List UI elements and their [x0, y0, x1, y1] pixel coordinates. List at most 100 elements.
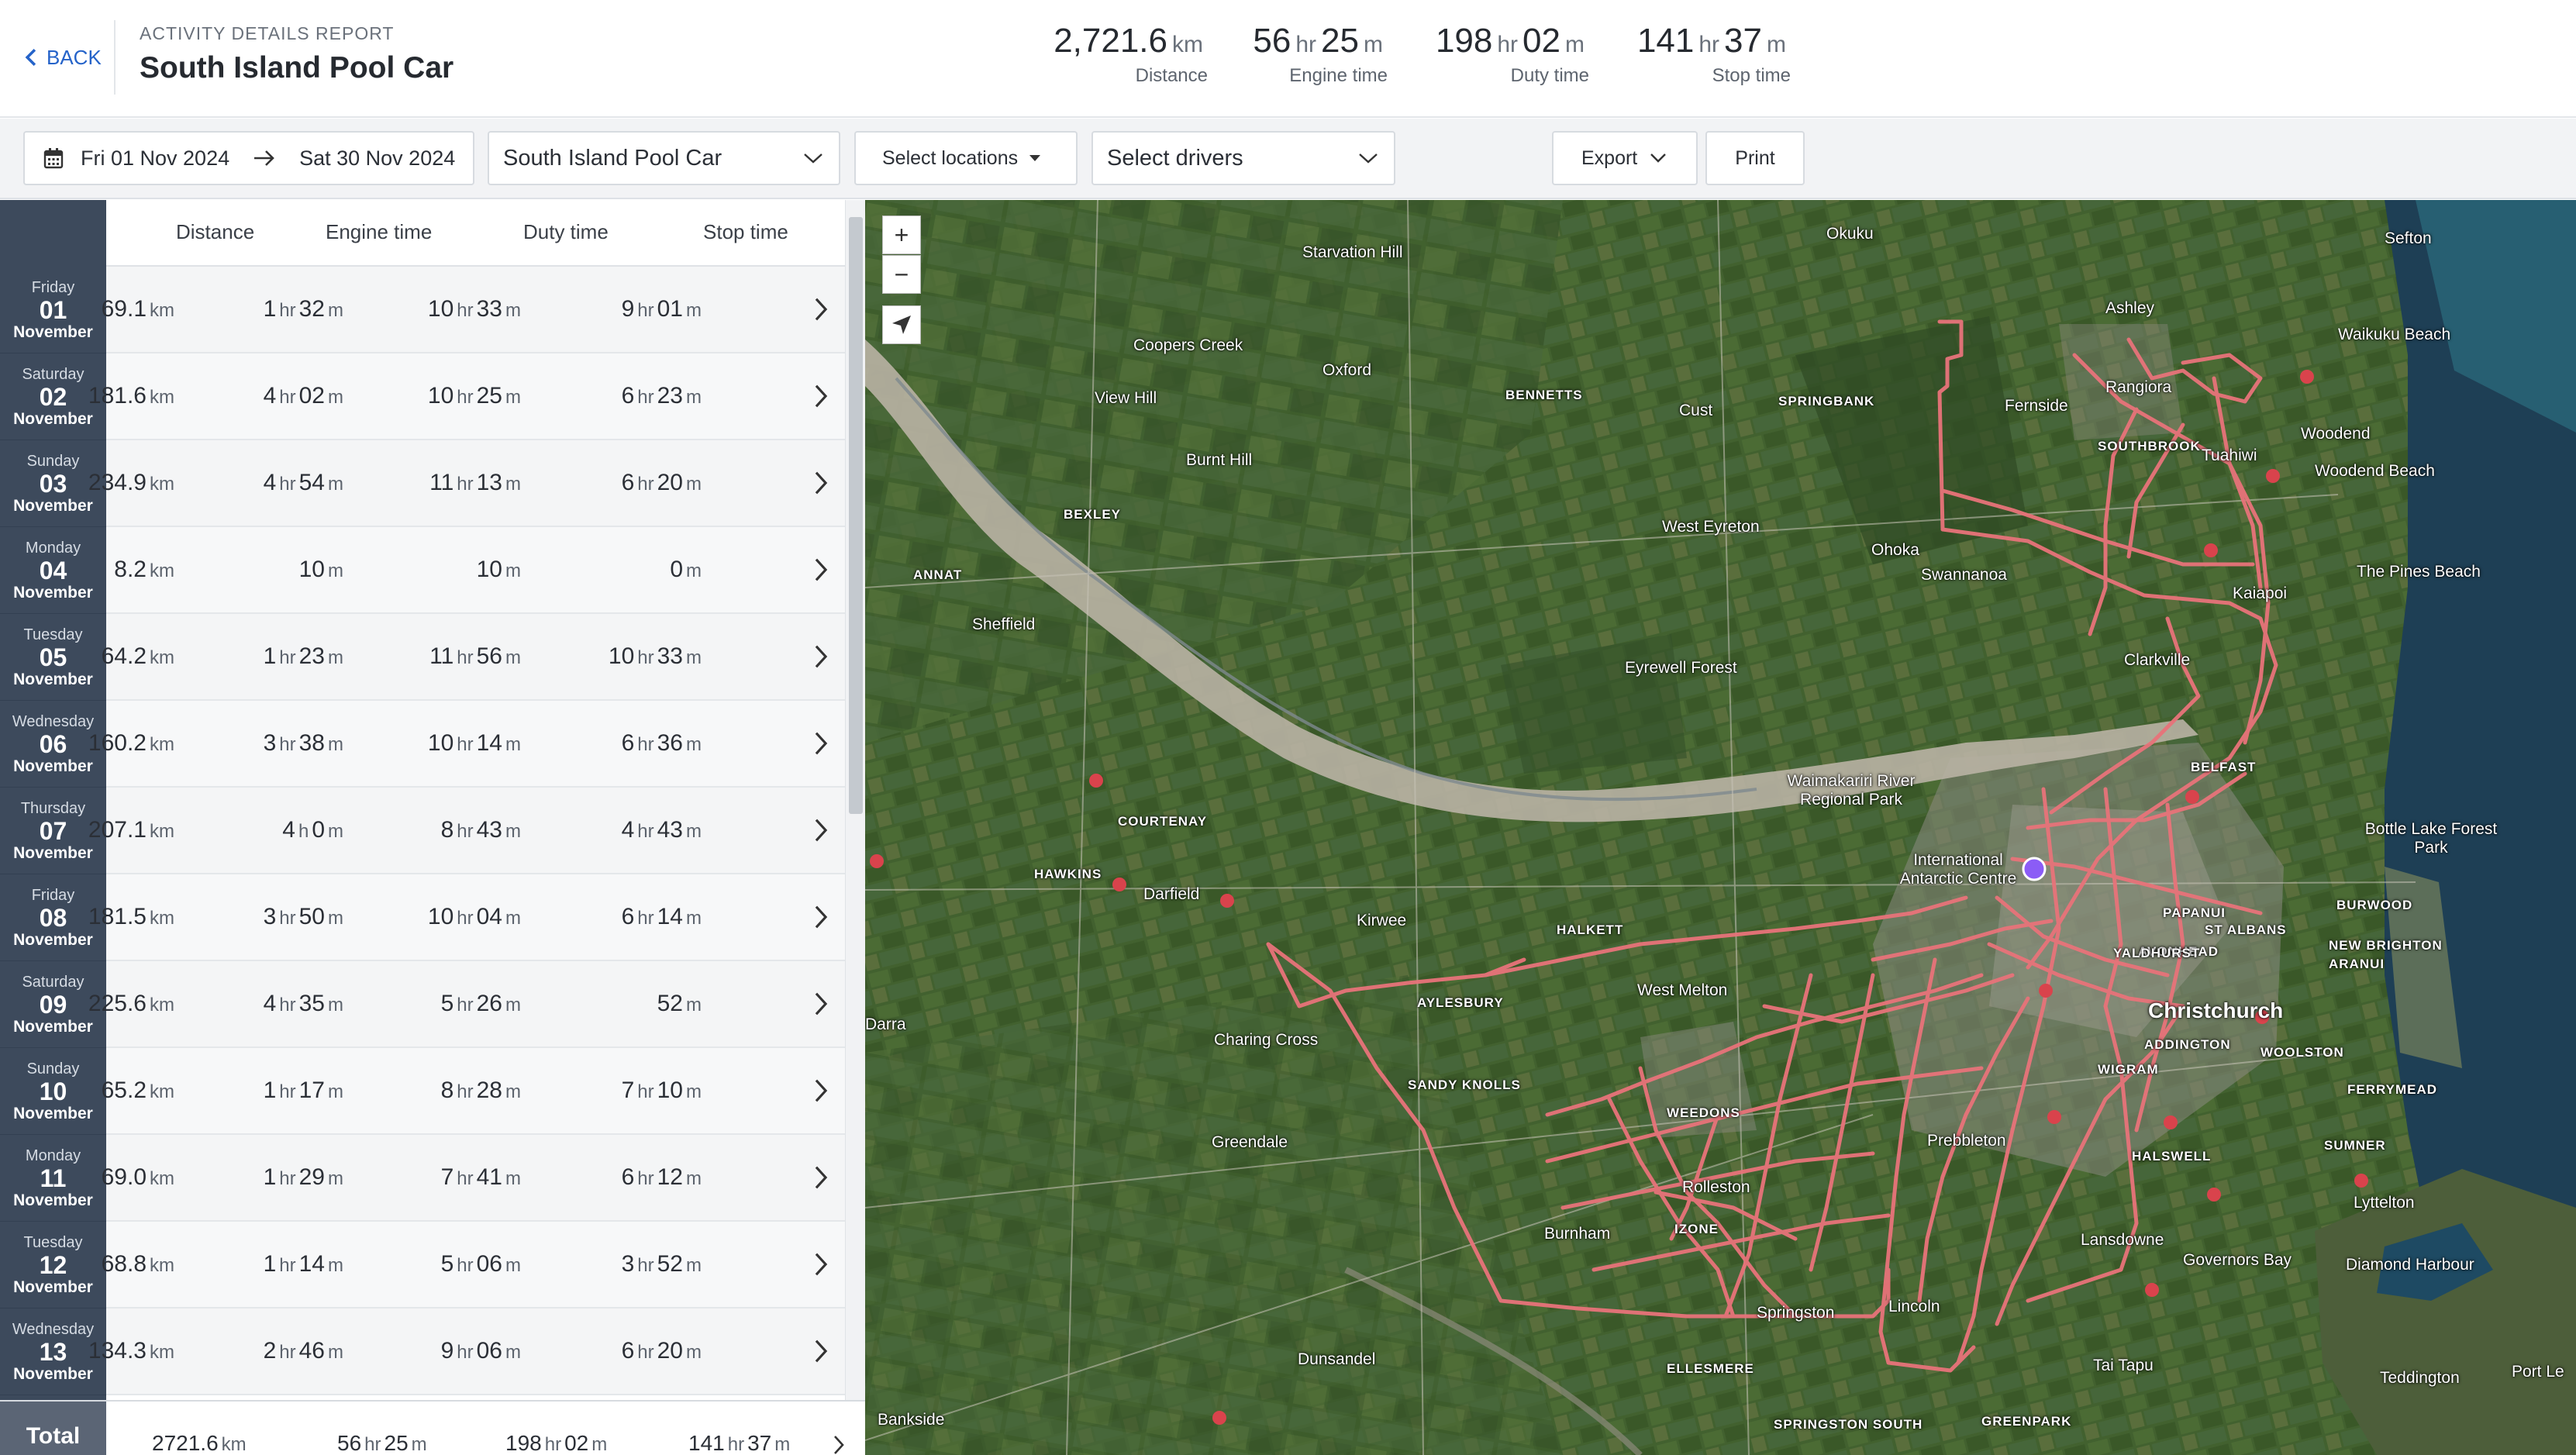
- chevron-right-icon[interactable]: [812, 296, 830, 322]
- table-row[interactable]: 69.0 km 1 hr 29 m 7 hr 41 m 6 hr 12 m: [102, 1135, 845, 1222]
- row-engine-time-value: 1: [263, 1251, 277, 1277]
- map-place-label: Okuku: [1826, 225, 1874, 243]
- row-duty-time-value: 11: [429, 643, 454, 669]
- chevron-right-icon[interactable]: [812, 557, 830, 583]
- day-month: November: [13, 1365, 93, 1383]
- scrollbar-thumb[interactable]: [849, 217, 863, 814]
- chevron-right-icon[interactable]: [812, 904, 830, 930]
- row-distance-unit: km: [150, 474, 174, 495]
- locate-button[interactable]: [882, 305, 921, 344]
- table-row[interactable]: 207.1 km 4 h 0 m 8 hr 43 m 4 hr 43 m: [88, 788, 845, 874]
- locations-label: Select locations: [882, 147, 1019, 169]
- chevron-right-icon[interactable]: [812, 1077, 830, 1104]
- day-label: Friday 01 November: [0, 267, 106, 353]
- table-row[interactable]: 8.2 km 10 m 10 m 0 m: [106, 527, 845, 614]
- map-place-label: SANDY KNOLLS: [1408, 1077, 1521, 1092]
- column-header-engine-time[interactable]: Engine time: [326, 220, 432, 244]
- vehicle-select[interactable]: South Island Pool Car: [488, 131, 840, 185]
- row-engine-time-value: 17: [298, 1077, 325, 1103]
- table-row[interactable]: 134.3 km 2 hr 46 m 9 hr 06 m 6 hr 20 m: [88, 1308, 845, 1395]
- day-number: 13: [39, 1338, 67, 1366]
- date-to[interactable]: Sat 30 Nov 2024: [299, 147, 455, 171]
- chevron-right-icon[interactable]: [812, 643, 830, 670]
- total-engine-minutes-unit: m: [411, 1434, 427, 1455]
- row-engine-time-unit: hr: [279, 1081, 296, 1102]
- table-row[interactable]: 69.1 km 1 hr 32 m 10 hr 33 m 9 hr 01 m: [102, 267, 845, 353]
- map-place-label: Kaiapoi: [2233, 584, 2288, 602]
- map-place-label: SPRINGSTON SOUTH: [1774, 1417, 1923, 1432]
- table-row[interactable]: 65.2 km 1 hr 17 m 8 hr 28 m 7 hr 10 m: [102, 1048, 845, 1135]
- row-duty-time-value: 33: [476, 296, 502, 322]
- map-place-label: Sheffield: [972, 615, 1036, 633]
- row-engine-time: 1 hr 17 m: [264, 1077, 347, 1104]
- date-from[interactable]: Fri 01 Nov 2024: [81, 147, 229, 171]
- table-row[interactable]: 181.5 km 3 hr 50 m 10 hr 04 m 6 hr 14 m: [88, 874, 845, 961]
- export-button[interactable]: Export: [1552, 131, 1698, 185]
- total-label: Total: [0, 1402, 106, 1455]
- locations-dropdown[interactable]: Select locations: [854, 131, 1078, 185]
- row-engine-time-unit: m: [328, 1255, 343, 1276]
- table-row[interactable]: 234.9 km 4 hr 54 m 11 hr 13 m 6 hr 20 m: [88, 440, 845, 527]
- route-map[interactable]: + − Okuku Sefton Starvation Hill Ashley Waik…: [865, 200, 2576, 1455]
- map-place-label: Rangiora: [2105, 378, 2172, 396]
- chevron-right-icon[interactable]: [812, 383, 830, 409]
- table-row[interactable]: 160.2 km 3 hr 38 m 10 hr 14 m 6 hr 36 m: [88, 701, 845, 788]
- total-row[interactable]: Total 2721.6 km 56 hr 25 m 198 hr 02 m 141 hr 37 m: [0, 1400, 865, 1455]
- row-engine-time-value: 54: [298, 470, 325, 495]
- map-place-label: Dunsandel: [1298, 1350, 1376, 1368]
- day-weekday: Saturday: [22, 366, 84, 383]
- row-duty-time-value: 7: [440, 1164, 454, 1190]
- back-button[interactable]: BACK: [23, 42, 102, 73]
- chevron-right-icon[interactable]: [812, 1338, 830, 1364]
- date-range-picker[interactable]: Fri 01 Nov 2024 Sat 30 Nov 2024: [23, 131, 474, 185]
- row-engine-time-unit: m: [328, 560, 343, 581]
- day-month: November: [13, 844, 93, 862]
- row-duty-time-unit: hr: [457, 1342, 474, 1363]
- chevron-right-icon[interactable]: [812, 470, 830, 496]
- day-number: 06: [39, 730, 67, 758]
- row-engine-time-value: 38: [298, 730, 325, 756]
- column-header-stop-time[interactable]: Stop time: [703, 220, 788, 244]
- chevron-right-icon[interactable]: [833, 1434, 845, 1455]
- row-stop-time-value: 20: [657, 1338, 683, 1364]
- table-row[interactable]: 64.2 km 1 hr 23 m 11 hr 56 m 10 hr 33 m: [102, 614, 845, 701]
- table-row[interactable]: 225.6 km 4 hr 35 m 5 hr 26 m 52 m: [88, 961, 845, 1048]
- map-place-label: Springston: [1757, 1304, 1835, 1322]
- total-stop-minutes: 37: [747, 1431, 772, 1455]
- stat-engine-label: Engine time: [1289, 65, 1388, 86]
- chevron-right-icon[interactable]: [812, 817, 830, 843]
- zoom-in-button[interactable]: +: [882, 215, 921, 254]
- table-row[interactable]: 68.8 km 1 hr 14 m 5 hr 06 m 3 hr 52 m: [102, 1222, 845, 1308]
- chevron-right-icon[interactable]: [812, 1251, 830, 1277]
- table-header: Distance Engine time Duty time Stop time: [106, 200, 845, 267]
- row-stop-time-value: 10: [608, 643, 635, 669]
- row-engine-time-value: 32: [298, 296, 325, 322]
- drivers-select[interactable]: Select drivers: [1091, 131, 1395, 185]
- daily-activity-panel: Distance Engine time Duty time Stop time…: [0, 200, 865, 1455]
- column-header-distance[interactable]: Distance: [176, 220, 254, 244]
- map-place-label: Clarkville: [2124, 651, 2191, 669]
- chevron-down-icon: [1650, 153, 1667, 163]
- row-duty-time-unit: hr: [457, 474, 474, 495]
- row-engine-time: 1 hr 29 m: [264, 1164, 347, 1191]
- row-engine-time-unit: hr: [279, 908, 296, 929]
- zoom-out-button[interactable]: −: [882, 255, 921, 294]
- map-place-label: Governors Bay: [2183, 1251, 2292, 1269]
- map-place-label: HALKETT: [1557, 922, 1624, 937]
- row-engine-time-unit: hr: [279, 1168, 296, 1189]
- row-engine-time-value: 1: [263, 643, 277, 669]
- row-duty-time-value: 04: [476, 904, 502, 929]
- row-stop-time-value: 6: [621, 1164, 635, 1190]
- chevron-right-icon[interactable]: [812, 730, 830, 757]
- map-place-label: Teddington: [2380, 1369, 2460, 1387]
- table-scrollbar[interactable]: [845, 200, 865, 1400]
- table-row[interactable]: 181.6 km 4 hr 02 m 10 hr 25 m 6 hr 23 m: [88, 353, 845, 440]
- chevron-right-icon[interactable]: [812, 991, 830, 1017]
- print-button[interactable]: Print: [1705, 131, 1805, 185]
- chevron-right-icon[interactable]: [812, 1164, 830, 1191]
- map-place-label: IZONE: [1674, 1222, 1719, 1236]
- column-header-duty-time[interactable]: Duty time: [523, 220, 609, 244]
- row-engine-time-value: 50: [298, 904, 325, 929]
- row-stop-time-unit: m: [686, 474, 702, 495]
- row-duty-time: 11 hr 56 m: [429, 643, 524, 670]
